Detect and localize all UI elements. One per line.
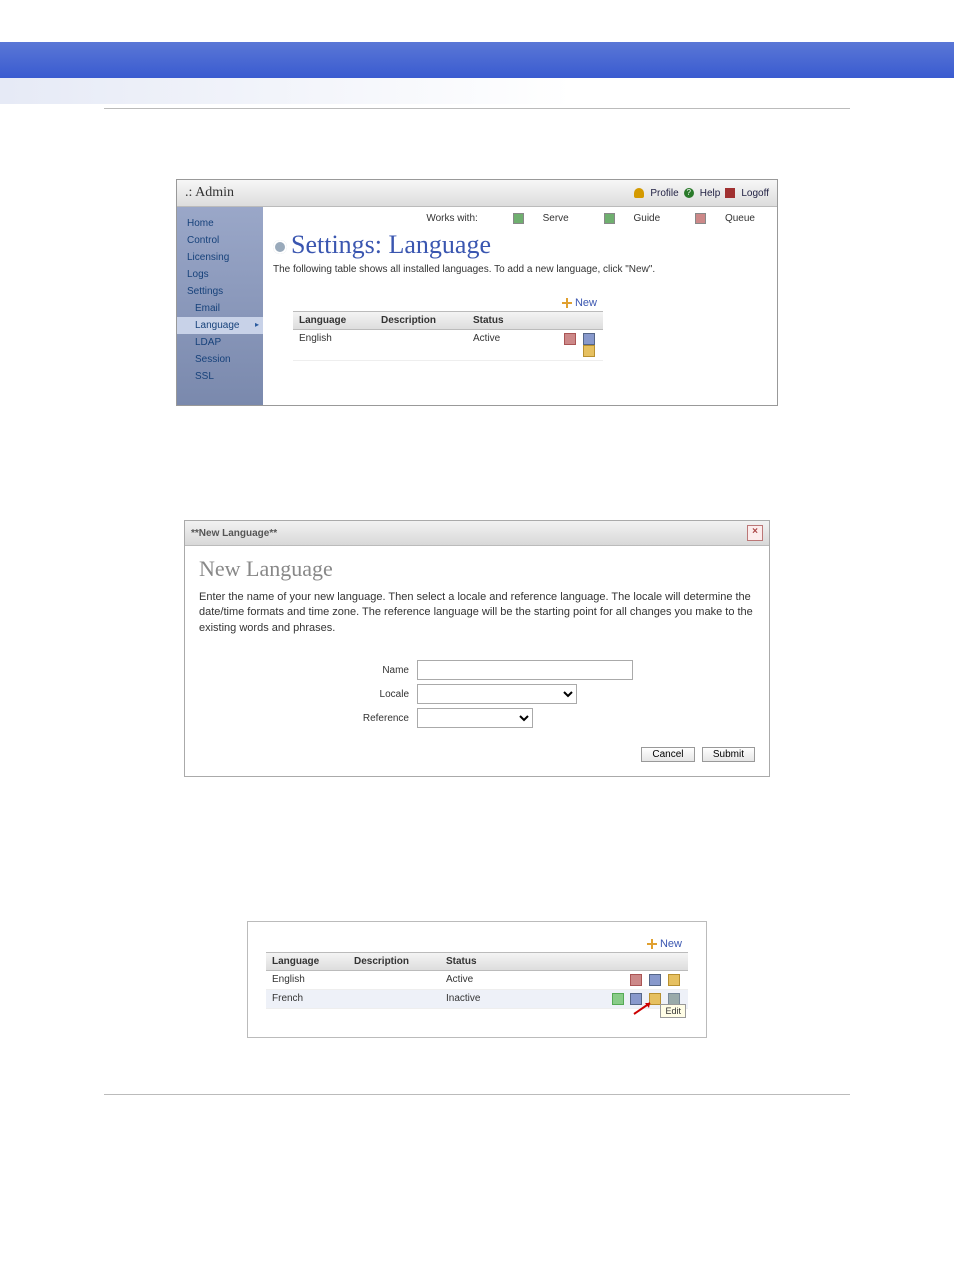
table-row: English Active (293, 330, 603, 361)
enable-icon[interactable] (612, 993, 624, 1005)
cell-description (375, 330, 467, 360)
logoff-link[interactable]: Logoff (741, 188, 769, 199)
table-header: Language Description Status (266, 952, 688, 971)
plus-icon (562, 298, 572, 308)
help-icon: ? (684, 188, 694, 198)
checkbox-icon (695, 213, 706, 224)
dialog-heading: New Language (199, 556, 755, 582)
nav-licensing[interactable]: Licensing (177, 249, 263, 266)
reference-label: Reference (199, 713, 417, 724)
main-content: Works with: Serve Guide Queue Settings: … (263, 207, 777, 405)
logoff-icon (725, 188, 735, 198)
works-guide: Guide (634, 213, 661, 224)
cell-actions (512, 971, 688, 989)
gear-icon (273, 240, 287, 254)
nav-ssl[interactable]: SSL (177, 368, 263, 385)
page-title: Settings: Language (273, 230, 767, 260)
header-links: Profile ? Help Logoff (632, 187, 769, 199)
disable-icon[interactable] (564, 333, 576, 345)
sidebar: Home Control Licensing Logs Settings Ema… (177, 207, 263, 405)
divider (104, 108, 850, 109)
refresh-icon[interactable] (649, 974, 661, 986)
cell-status: Active (467, 330, 539, 360)
admin-title: .: Admin (185, 185, 234, 201)
page-subtext: The following table shows all installed … (273, 264, 767, 275)
screenshot-new-language-dialog: **New Language** × New Language Enter th… (184, 520, 770, 777)
name-label: Name (199, 665, 417, 676)
name-input[interactable] (417, 660, 633, 680)
locale-label: Locale (199, 689, 417, 700)
admin-titlebar: .: Admin Profile ? Help Logoff (177, 180, 777, 207)
header-band (0, 42, 954, 78)
profile-link[interactable]: Profile (650, 188, 678, 199)
refresh-icon[interactable] (583, 333, 595, 345)
dialog-paragraph: Enter the name of your new language. The… (199, 590, 755, 636)
col-status: Status (467, 312, 539, 329)
header-fade (0, 78, 954, 104)
col-language: Language (266, 953, 348, 970)
dialog-bartext: **New Language** (191, 528, 277, 539)
checkbox-icon (513, 213, 524, 224)
user-icon (634, 188, 644, 198)
nav-logs[interactable]: Logs (177, 266, 263, 283)
works-queue: Queue (725, 213, 755, 224)
edit-tooltip: Edit (660, 1004, 686, 1018)
cell-description (348, 990, 440, 1008)
nav-email[interactable]: Email (177, 300, 263, 317)
table-row: English Active (266, 971, 688, 990)
nav-ldap[interactable]: LDAP (177, 334, 263, 351)
submit-button[interactable]: Submit (702, 747, 755, 762)
locale-select[interactable] (417, 684, 577, 704)
cell-actions (539, 330, 603, 360)
cancel-button[interactable]: Cancel (641, 747, 694, 762)
new-link[interactable]: New (266, 936, 688, 952)
nav-control[interactable]: Control (177, 232, 263, 249)
cell-status: Inactive (440, 990, 512, 1008)
works-with-label: Works with: (426, 213, 478, 224)
cell-language: English (293, 330, 375, 360)
works-with-row: Works with: Serve Guide Queue (273, 213, 767, 224)
works-serve: Serve (543, 213, 569, 224)
table-row: French Inactive (266, 990, 688, 1009)
cell-language: French (266, 990, 348, 1008)
edit-icon[interactable] (583, 345, 595, 357)
reference-select[interactable] (417, 708, 533, 728)
cell-description (348, 971, 440, 989)
cell-status: Active (440, 971, 512, 989)
nav-settings[interactable]: Settings (177, 283, 263, 300)
checkbox-icon (604, 213, 615, 224)
language-table: New Language Description Status English … (266, 936, 688, 1009)
col-status: Status (440, 953, 512, 970)
plus-icon (647, 939, 657, 949)
col-description: Description (375, 312, 467, 329)
close-icon[interactable]: × (747, 525, 763, 541)
screenshot-language-table-edit: New Language Description Status English … (247, 921, 707, 1038)
nav-language[interactable]: Language (177, 317, 263, 334)
col-description: Description (348, 953, 440, 970)
cell-language: English (266, 971, 348, 989)
screenshot-admin-language: .: Admin Profile ? Help Logoff Home Contr… (176, 179, 778, 406)
new-link[interactable]: New (293, 295, 603, 311)
nav-session[interactable]: Session (177, 351, 263, 368)
help-link[interactable]: Help (700, 188, 721, 199)
dialog-titlebar: **New Language** × (185, 521, 769, 546)
annotation-arrow (632, 1000, 654, 1016)
disable-icon[interactable] (630, 974, 642, 986)
table-header: Language Description Status (293, 311, 603, 330)
language-table: New Language Description Status English … (293, 295, 603, 361)
nav-home[interactable]: Home (177, 215, 263, 232)
col-language: Language (293, 312, 375, 329)
edit-icon[interactable] (668, 974, 680, 986)
